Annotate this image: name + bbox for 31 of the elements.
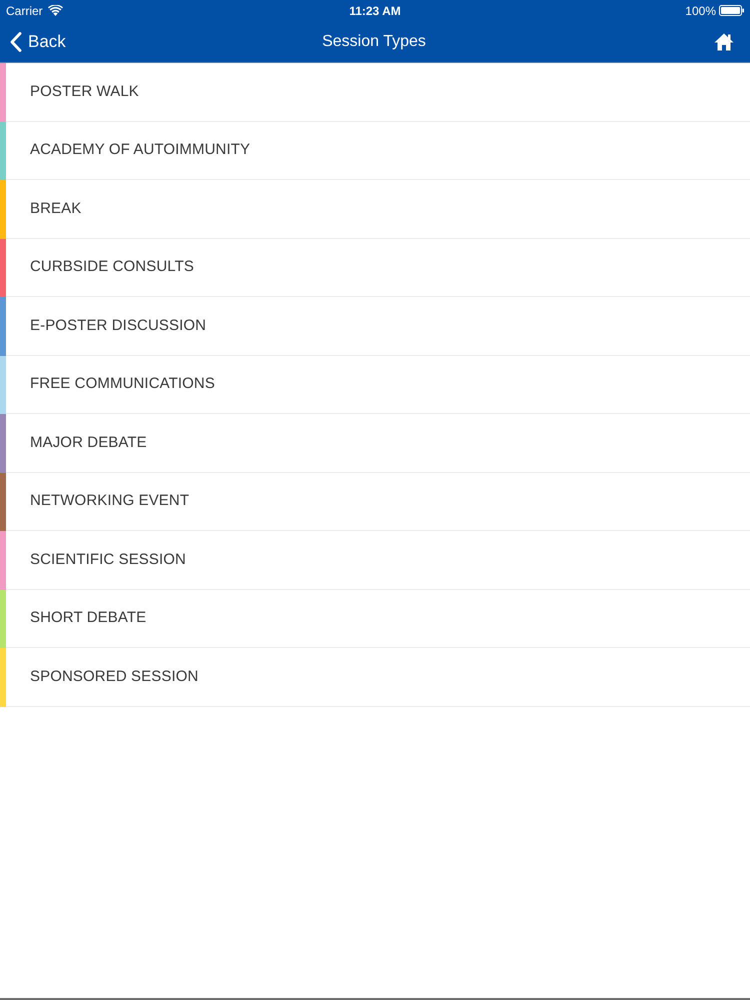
back-button[interactable]: Back — [10, 32, 66, 52]
session-type-label: E-POSTER DISCUSSION — [30, 316, 206, 335]
wifi-icon — [48, 5, 63, 16]
session-type-row[interactable]: MAJOR DEBATE — [0, 414, 750, 472]
session-type-label: ACADEMY OF AUTOIMMUNITY — [30, 141, 250, 160]
session-type-row[interactable]: E-POSTER DISCUSSION — [0, 297, 750, 356]
session-type-row[interactable]: POSTER WALK — [0, 63, 750, 122]
session-type-row[interactable]: SPONSORED SESSION — [0, 648, 750, 706]
session-type-label: SHORT DEBATE — [30, 609, 146, 628]
chevron-left-icon — [10, 32, 22, 52]
session-type-row[interactable]: NETWORKING EVENT — [0, 472, 750, 531]
session-type-row[interactable]: SCIENTIFIC SESSION — [0, 531, 750, 590]
home-icon — [714, 32, 734, 50]
session-type-label: MAJOR DEBATE — [30, 434, 147, 452]
carrier-label: Carrier — [6, 4, 43, 18]
session-type-label: CURBSIDE CONSULTS — [30, 258, 194, 276]
session-type-label: NETWORKING EVENT — [30, 492, 190, 510]
session-type-label: POSTER WALK — [30, 82, 139, 101]
session-type-row[interactable]: SHORT DEBATE — [0, 590, 750, 648]
session-type-label: FREE COMMUNICATIONS — [30, 375, 215, 394]
session-type-label: SCIENTIFIC SESSION — [30, 550, 186, 569]
session-type-row[interactable]: ACADEMY OF AUTOIMMUNITY — [0, 122, 750, 180]
screen-title: Session Types — [322, 32, 426, 52]
session-type-row[interactable]: FREE COMMUNICATIONS — [0, 356, 750, 414]
status-time: 11:23 AM — [349, 4, 401, 18]
session-type-label: BREAK — [30, 200, 82, 218]
battery-percentage: 100% — [685, 4, 716, 18]
session-type-label: SPONSORED SESSION — [30, 668, 198, 686]
session-type-row[interactable]: BREAK — [0, 180, 750, 238]
battery-icon — [719, 5, 744, 16]
session-type-row[interactable]: CURBSIDE CONSULTS — [0, 238, 750, 297]
